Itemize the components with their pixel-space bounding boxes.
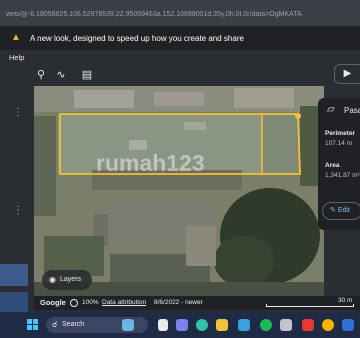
- layers-icon: ◉: [49, 275, 56, 284]
- area-value: 1,341.87 m²: [325, 172, 360, 179]
- polygon-icon: ▱: [327, 104, 335, 115]
- present-icon[interactable]: ▶: [334, 64, 360, 84]
- edge-icon[interactable]: [196, 319, 208, 331]
- search-label: Search: [62, 321, 85, 328]
- windows-taskbar: ☌ Search: [0, 312, 360, 338]
- pdf-reader-icon[interactable]: [302, 319, 314, 331]
- announcement-banner: ▲ A new look, designed to speed up how y…: [0, 26, 360, 50]
- zoom-level: 100%: [82, 299, 99, 306]
- chat-icon[interactable]: [176, 319, 188, 331]
- megaphone-icon: ▲: [11, 32, 21, 43]
- windows-start-icon[interactable]: [27, 319, 39, 331]
- menu-bar: Help: [0, 50, 360, 64]
- pin-icon[interactable]: ⚲: [34, 68, 48, 82]
- selected-project-item[interactable]: [0, 264, 28, 286]
- browser-url-bar[interactable]: web/@-6.18058825,106.52978539,22.9506946…: [0, 0, 360, 26]
- map-toolbar: ⚲ ∿ ▤ ▶: [8, 64, 360, 86]
- data-attribution-link[interactable]: Data attribution: [102, 299, 146, 306]
- projects-side-panel: ⋮ ⋮: [0, 86, 28, 312]
- file-explorer-icon[interactable]: [216, 319, 228, 331]
- scale-label: 30 m: [338, 297, 353, 304]
- search-icon: ☌: [52, 320, 58, 329]
- url-text[interactable]: web/@-6.18058825,106.52978539,22.9506946…: [6, 11, 356, 18]
- more-options-icon[interactable]: ⋮: [13, 206, 23, 216]
- pencil-icon: ✎: [330, 207, 336, 214]
- chrome-icon[interactable]: [322, 319, 334, 331]
- measurement-info-card: ▱ Pasa Perimeter 107.14 m Area 1,341.87 …: [318, 98, 360, 230]
- layers-button[interactable]: ◉ Layers: [42, 270, 92, 290]
- ruler-icon[interactable]: ▤: [80, 68, 94, 82]
- edit-label: Edit: [337, 207, 350, 214]
- edit-button[interactable]: ✎ Edit: [322, 202, 360, 220]
- project-item[interactable]: [0, 292, 28, 312]
- more-options-icon[interactable]: ⋮: [13, 108, 23, 118]
- spotify-icon[interactable]: [260, 319, 272, 331]
- word-icon[interactable]: [342, 319, 354, 331]
- banner-text: A new look, designed to speed up how you…: [30, 34, 244, 43]
- help-menu[interactable]: Help: [9, 53, 24, 62]
- map-status-bar: Google 100% Data attribution 8/6/2022 - …: [34, 296, 360, 310]
- scale-bar: [266, 304, 354, 307]
- imagery-date: 8/6/2022 - newer: [154, 299, 203, 306]
- task-view-icon[interactable]: [158, 319, 168, 331]
- satellite-map-view[interactable]: rumah123 ◉ Layers: [34, 86, 324, 296]
- perimeter-value: 107.14 m: [325, 140, 353, 147]
- perimeter-label: Perimeter: [325, 130, 355, 137]
- google-logo: Google: [40, 298, 66, 307]
- weather-icon[interactable]: [122, 319, 134, 331]
- zoom-indicator-icon: [70, 299, 78, 307]
- satellite-imagery: [34, 86, 324, 296]
- store-icon[interactable]: [238, 319, 250, 331]
- area-label: Area: [325, 162, 340, 169]
- google-earth-window: web/@-6.18058825,106.52978539,22.9506946…: [0, 0, 360, 338]
- layers-label: Layers: [60, 276, 82, 283]
- card-title: Pasa: [344, 106, 360, 115]
- app-icon[interactable]: [280, 319, 292, 331]
- path-icon[interactable]: ∿: [54, 68, 68, 82]
- watermark-text: rumah123: [96, 150, 205, 176]
